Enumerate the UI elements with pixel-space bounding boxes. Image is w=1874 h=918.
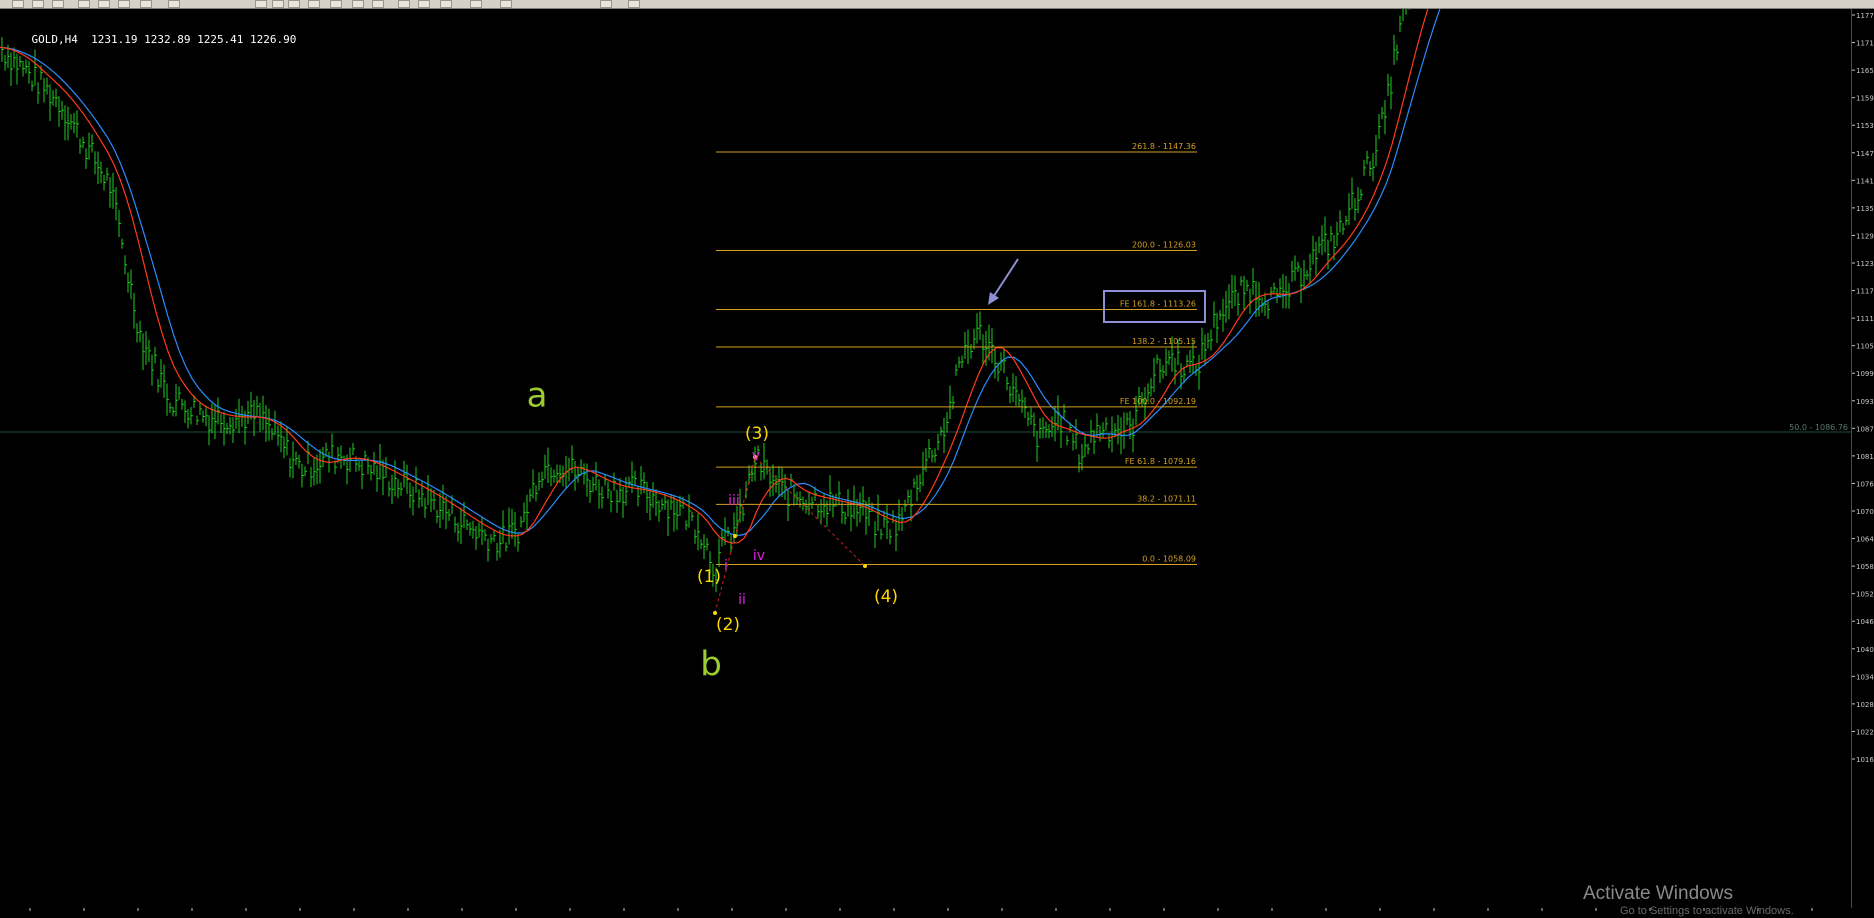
wave-labels: ab(1)(2)(3)(4)iiiiiiivv bbox=[527, 376, 898, 685]
slow-moving-average bbox=[0, 9, 1441, 537]
price-tick-label: 1064 bbox=[1856, 536, 1874, 544]
ohlc-values: 1231.19 1232.89 1225.41 1226.90 bbox=[91, 33, 297, 46]
toolbar-button[interactable] bbox=[32, 0, 44, 8]
toolbar-button[interactable] bbox=[398, 0, 410, 8]
toolbar-button[interactable] bbox=[352, 0, 364, 8]
fib-level-label: 200.0 - 1126.03 bbox=[1132, 241, 1196, 250]
toolbar-button[interactable] bbox=[372, 0, 384, 8]
toolbar-button[interactable] bbox=[628, 0, 640, 8]
fib-level-label: 261.8 - 1147.36 bbox=[1132, 142, 1196, 151]
price-tick-label: 1070 bbox=[1856, 508, 1874, 516]
wave-label-w3: (3) bbox=[745, 424, 769, 444]
price-tick-label: 1159 bbox=[1856, 95, 1874, 103]
toolbar-button[interactable] bbox=[500, 0, 512, 8]
price-tick-label: 1177 bbox=[1856, 12, 1874, 20]
wave-label-w1: (1) bbox=[697, 567, 721, 587]
wave-point bbox=[863, 564, 867, 568]
toolbar-button[interactable] bbox=[272, 0, 284, 8]
price-chart[interactable]: 50.0 - 1086.76 261.8 - 1147.36 200.0 - 112… bbox=[0, 9, 1851, 908]
price-tick-label: 1171 bbox=[1856, 40, 1874, 48]
wave-label-b: b bbox=[700, 645, 722, 685]
wave-label-w2: (2) bbox=[716, 615, 740, 635]
chart-area[interactable]: 50.0 - 1086.76 261.8 - 1147.36 200.0 - 112… bbox=[0, 9, 1852, 908]
price-tick-label: 1147 bbox=[1856, 150, 1874, 158]
price-tick-label: 1135 bbox=[1856, 205, 1874, 213]
fib-level-label: 138.2 - 1105.15 bbox=[1132, 337, 1196, 346]
arrow-line bbox=[991, 258, 1019, 300]
price-tick-label: 1016 bbox=[1856, 756, 1874, 764]
toolbar-button[interactable] bbox=[330, 0, 342, 8]
wave-label-siii: iii bbox=[728, 493, 740, 509]
fib-level-label: 38.2 - 1071.11 bbox=[1137, 494, 1196, 503]
toolbar-button[interactable] bbox=[52, 0, 64, 8]
price-tick-label: 1105 bbox=[1856, 343, 1874, 351]
time-axis-bg bbox=[0, 908, 1874, 918]
fast-moving-average bbox=[0, 9, 1429, 544]
price-tick-label: 1028 bbox=[1856, 701, 1874, 709]
toolbar-button[interactable] bbox=[118, 0, 130, 8]
symbol-header: GOLD,H4 1231.19 1232.89 1225.41 1226.90 bbox=[5, 20, 297, 59]
toolbar-button[interactable] bbox=[440, 0, 452, 8]
wave-label-si: i bbox=[724, 558, 728, 574]
wave-label-siv: iv bbox=[753, 548, 765, 564]
wave-label-sv: v bbox=[752, 448, 760, 464]
toolbar-button[interactable] bbox=[308, 0, 320, 8]
price-tick-label: 1153 bbox=[1856, 122, 1874, 130]
activate-windows-subtitle: Go to Settings to activate Windows. bbox=[1620, 905, 1794, 917]
price-tick-label: 1052 bbox=[1856, 591, 1874, 599]
wave-label-a: a bbox=[527, 376, 548, 416]
price-tick-label: 1076 bbox=[1856, 480, 1874, 488]
price-tick-label: 1034 bbox=[1856, 673, 1874, 681]
price-tick-label: 1058 bbox=[1856, 563, 1874, 571]
wave-point bbox=[733, 534, 737, 538]
price-tick-label: 1022 bbox=[1856, 728, 1874, 736]
price-tick-label: 1117 bbox=[1856, 288, 1874, 296]
fib-level-label: FE 100.0 - 1092.19 bbox=[1120, 397, 1196, 406]
activate-windows-watermark: Activate Windows bbox=[1583, 883, 1733, 904]
price-tick-label: 1040 bbox=[1856, 646, 1874, 654]
price-tick-label: 1099 bbox=[1856, 370, 1874, 378]
price-tick-label: 1165 bbox=[1856, 67, 1874, 75]
toolbar-button[interactable] bbox=[255, 0, 267, 8]
fib-level-label: 0.0 - 1058.09 bbox=[1142, 554, 1196, 563]
fib-level-label: FE 161.8 - 1113.26 bbox=[1120, 300, 1196, 309]
toolbar-button[interactable] bbox=[140, 0, 152, 8]
price-bars bbox=[1, 9, 1410, 593]
price-tick-label: 1129 bbox=[1856, 232, 1874, 240]
toolbar-button[interactable] bbox=[168, 0, 180, 8]
price-tick-label: 1081 bbox=[1856, 453, 1874, 461]
horizontal-level-label: 50.0 - 1086.76 bbox=[1789, 423, 1848, 432]
wave-label-sii: ii bbox=[738, 592, 746, 608]
fib-level-label: FE 61.8 - 1079.16 bbox=[1125, 457, 1196, 466]
price-axis[interactable]: 1177 1171 1165 1159 1153 1147 1141 1135 1129 1123… bbox=[1852, 9, 1874, 908]
toolbar-button[interactable] bbox=[600, 0, 612, 8]
toolbar-button[interactable] bbox=[288, 0, 300, 8]
wave-label-w4: (4) bbox=[874, 587, 898, 607]
price-tick-label: 1087 bbox=[1856, 425, 1874, 433]
symbol-timeframe: GOLD,H4 bbox=[31, 33, 78, 46]
price-tick-label: 1046 bbox=[1856, 618, 1874, 626]
toolbar-button[interactable] bbox=[418, 0, 430, 8]
arrow-head bbox=[988, 292, 999, 305]
price-tick-label: 1141 bbox=[1856, 177, 1874, 185]
toolbar-button[interactable] bbox=[98, 0, 110, 8]
toolbar-button[interactable] bbox=[470, 0, 482, 8]
price-tick-label: 1093 bbox=[1856, 398, 1874, 406]
price-tick-label: 1123 bbox=[1856, 260, 1874, 268]
toolbar bbox=[0, 0, 1874, 9]
time-axis[interactable] bbox=[0, 908, 1874, 918]
toolbar-button[interactable] bbox=[12, 0, 24, 8]
price-tick-label: 1111 bbox=[1856, 315, 1874, 323]
toolbar-button[interactable] bbox=[78, 0, 90, 8]
